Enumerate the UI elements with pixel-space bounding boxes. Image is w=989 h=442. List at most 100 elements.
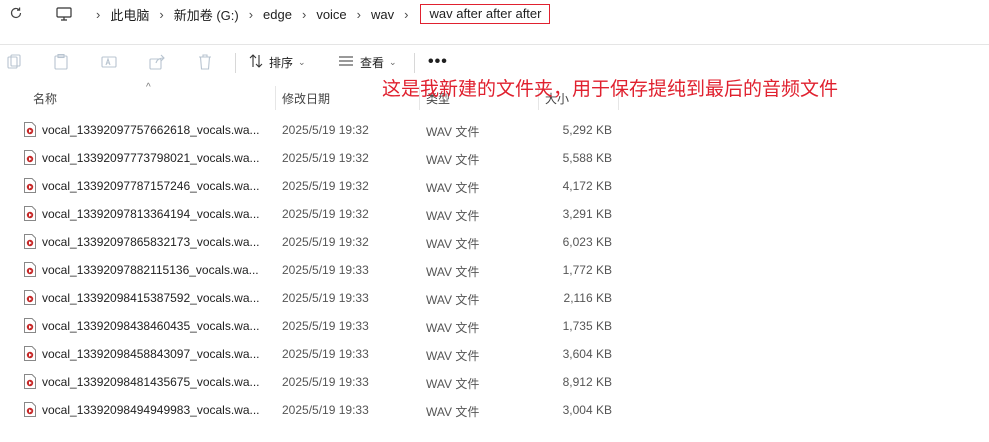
file-size: 4,172 KB bbox=[562, 179, 612, 193]
chevron-right-icon[interactable]: › bbox=[302, 7, 306, 22]
file-type: WAV 文件 bbox=[426, 349, 480, 363]
file-name: vocal_13392097882115136_vocals.wa... bbox=[42, 263, 259, 277]
file-size: 6,023 KB bbox=[562, 235, 612, 249]
paste-icon[interactable] bbox=[52, 53, 70, 71]
file-name: vocal_13392097773798021_vocals.wa... bbox=[42, 151, 260, 165]
wav-file-icon bbox=[24, 402, 36, 417]
file-date: 2025/5/19 19:33 bbox=[282, 263, 369, 277]
file-type: WAV 文件 bbox=[426, 209, 480, 223]
file-type: WAV 文件 bbox=[426, 125, 480, 139]
toolbar-divider bbox=[414, 53, 415, 73]
file-type: WAV 文件 bbox=[426, 377, 480, 391]
view-label: 查看 bbox=[360, 55, 385, 70]
chevron-right-icon[interactable]: › bbox=[96, 7, 100, 22]
file-row[interactable]: vocal_13392097865832173_vocals.wa... 202… bbox=[0, 228, 989, 256]
column-header-name[interactable]: 名称 bbox=[33, 90, 57, 107]
wav-file-icon bbox=[24, 150, 36, 165]
file-row[interactable]: vocal_13392097773798021_vocals.wa... 202… bbox=[0, 144, 989, 172]
file-row[interactable]: vocal_13392098494949983_vocals.wa... 202… bbox=[0, 396, 989, 424]
file-date: 2025/5/19 19:32 bbox=[282, 179, 369, 193]
file-size: 1,735 KB bbox=[562, 319, 612, 333]
file-name: vocal_13392098415387592_vocals.wa... bbox=[42, 291, 260, 305]
wav-file-icon bbox=[24, 290, 36, 305]
wav-file-icon bbox=[24, 262, 36, 277]
file-size: 5,292 KB bbox=[562, 123, 612, 137]
rename-icon[interactable] bbox=[100, 53, 118, 71]
file-name: vocal_13392097787157246_vocals.wa... bbox=[42, 179, 260, 193]
computer-icon[interactable] bbox=[56, 6, 74, 22]
wav-file-icon bbox=[24, 234, 36, 249]
file-date: 2025/5/19 19:33 bbox=[282, 291, 369, 305]
breadcrumb-voice[interactable]: voice bbox=[316, 7, 346, 22]
more-options-button[interactable]: ••• bbox=[428, 53, 448, 71]
file-list: vocal_13392097757662618_vocals.wa... 202… bbox=[0, 116, 989, 424]
file-type: WAV 文件 bbox=[426, 237, 480, 251]
file-name: vocal_13392098458843097_vocals.wa... bbox=[42, 347, 260, 361]
copy-icon[interactable] bbox=[5, 53, 23, 71]
breadcrumb: › 此电脑 › 新加卷 (G:) › edge › voice › wav › … bbox=[56, 0, 551, 28]
file-name: vocal_13392098481435675_vocals.wa... bbox=[42, 375, 260, 389]
file-date: 2025/5/19 19:33 bbox=[282, 403, 369, 417]
file-size: 3,004 KB bbox=[562, 403, 612, 417]
chevron-down-icon: ⌄ bbox=[298, 56, 306, 67]
file-type: WAV 文件 bbox=[426, 181, 480, 195]
chevron-right-icon[interactable]: › bbox=[404, 7, 408, 22]
wav-file-icon bbox=[24, 346, 36, 361]
wav-file-icon bbox=[24, 206, 36, 221]
file-date: 2025/5/19 19:33 bbox=[282, 347, 369, 361]
sort-label: 排序 bbox=[269, 55, 294, 70]
file-name: vocal_13392097865832173_vocals.wa... bbox=[42, 235, 260, 249]
file-size: 1,772 KB bbox=[562, 263, 612, 277]
file-row[interactable]: vocal_13392097757662618_vocals.wa... 202… bbox=[0, 116, 989, 144]
chevron-right-icon[interactable]: › bbox=[249, 7, 253, 22]
chevron-right-icon[interactable]: › bbox=[159, 7, 163, 22]
breadcrumb-edge[interactable]: edge bbox=[263, 7, 292, 22]
file-type: WAV 文件 bbox=[426, 405, 480, 419]
view-button[interactable]: 查看 ⌄ bbox=[338, 53, 397, 71]
file-date: 2025/5/19 19:32 bbox=[282, 235, 369, 249]
file-type: WAV 文件 bbox=[426, 321, 480, 335]
refresh-icon[interactable] bbox=[6, 3, 26, 23]
column-divider[interactable] bbox=[275, 86, 276, 110]
delete-icon[interactable] bbox=[196, 53, 214, 71]
file-name: vocal_13392098494949983_vocals.wa... bbox=[42, 403, 260, 417]
file-row[interactable]: vocal_13392098458843097_vocals.wa... 202… bbox=[0, 340, 989, 368]
annotation-text: 这是我新建的文件夹，用于保存提纯到最后的音频文件 bbox=[382, 79, 839, 100]
file-date: 2025/5/19 19:32 bbox=[282, 151, 369, 165]
toolbar-divider bbox=[235, 53, 236, 73]
file-size: 3,291 KB bbox=[562, 207, 612, 221]
file-row[interactable]: vocal_13392098415387592_vocals.wa... 202… bbox=[0, 284, 989, 312]
wav-file-icon bbox=[24, 122, 36, 137]
wav-file-icon bbox=[24, 374, 36, 389]
sort-button[interactable]: 排序 ⌄ bbox=[249, 53, 306, 71]
wav-file-icon bbox=[24, 178, 36, 193]
breadcrumb-drive-g[interactable]: 新加卷 (G:) bbox=[174, 5, 239, 24]
file-row[interactable]: vocal_13392098438460435_vocals.wa... 202… bbox=[0, 312, 989, 340]
file-size: 5,588 KB bbox=[562, 151, 612, 165]
file-row[interactable]: vocal_13392097813364194_vocals.wa... 202… bbox=[0, 200, 989, 228]
file-date: 2025/5/19 19:33 bbox=[282, 319, 369, 333]
file-date: 2025/5/19 19:32 bbox=[282, 123, 369, 137]
file-name: vocal_13392097757662618_vocals.wa... bbox=[42, 123, 260, 137]
breadcrumb-current-folder[interactable]: wav after after after bbox=[420, 4, 551, 24]
file-size: 3,604 KB bbox=[562, 347, 612, 361]
share-icon[interactable] bbox=[148, 53, 166, 71]
column-header-date[interactable]: 修改日期 bbox=[282, 90, 330, 107]
view-list-icon bbox=[338, 55, 354, 70]
file-size: 2,116 KB bbox=[563, 291, 612, 305]
file-date: 2025/5/19 19:32 bbox=[282, 207, 369, 221]
breadcrumb-this-pc[interactable]: 此电脑 bbox=[110, 5, 149, 24]
chevron-down-icon: ⌄ bbox=[389, 56, 397, 67]
file-size: 8,912 KB bbox=[562, 375, 612, 389]
file-row[interactable]: vocal_13392098481435675_vocals.wa... 202… bbox=[0, 368, 989, 396]
chevron-right-icon[interactable]: › bbox=[357, 7, 361, 22]
sort-ascending-icon: ^ bbox=[146, 82, 151, 93]
file-row[interactable]: vocal_13392097882115136_vocals.wa... 202… bbox=[0, 256, 989, 284]
file-date: 2025/5/19 19:33 bbox=[282, 375, 369, 389]
wav-file-icon bbox=[24, 318, 36, 333]
file-name: vocal_13392097813364194_vocals.wa... bbox=[42, 207, 260, 221]
file-row[interactable]: vocal_13392097787157246_vocals.wa... 202… bbox=[0, 172, 989, 200]
breadcrumb-wav[interactable]: wav bbox=[371, 7, 394, 22]
file-name: vocal_13392098438460435_vocals.wa... bbox=[42, 319, 260, 333]
file-type: WAV 文件 bbox=[426, 265, 480, 279]
